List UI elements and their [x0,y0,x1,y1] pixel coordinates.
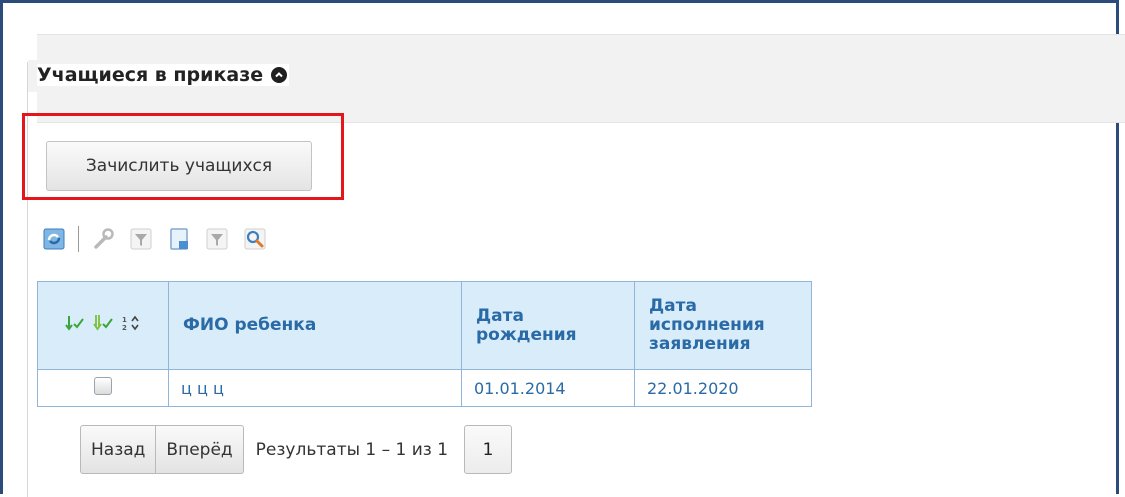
svg-text:2: 2 [122,324,127,332]
cell-fio[interactable]: ц ц ц [168,369,462,407]
students-table: 12 ФИО ребенка Дата рождения Дата исполн… [37,281,812,407]
column-header-fio[interactable]: ФИО ребенка [168,281,462,370]
sort-order-icon[interactable]: 12 [121,314,141,337]
pagination: Назад Вперёд Результаты 1 – 1 из 1 1 [80,425,513,474]
exec-header-line2: исполнения [649,315,765,335]
prev-page-button[interactable]: Назад [80,425,157,474]
results-info: Результаты 1 – 1 из 1 [255,439,449,460]
cell-birth-date: 01.01.2014 [461,369,635,407]
column-header-birth-date[interactable]: Дата рождения [461,281,635,370]
enroll-students-button[interactable]: Зачислить учащихся [46,141,312,191]
birth-header-line2: рождения [476,324,577,345]
column-header-exec-date[interactable]: Дата исполнения заявления [634,281,812,370]
filter-clear-icon[interactable] [203,225,231,253]
export-icon[interactable] [165,225,193,253]
svg-text:1: 1 [122,316,127,324]
table-row[interactable]: ц ц ц 01.01.2014 22.01.2020 [37,369,812,407]
page-number-button[interactable]: 1 [464,425,513,474]
row-select-cell [37,369,169,407]
collapse-up-icon[interactable] [271,67,288,83]
exec-header-line3: заявления [649,334,751,354]
exec-header-line1: Дата [649,296,697,316]
search-icon[interactable] [241,225,269,253]
row-checkbox[interactable] [94,377,112,395]
next-page-button[interactable]: Вперёд [156,425,244,474]
grid-toolbar [40,222,269,256]
select-page-icon[interactable] [93,314,113,337]
birth-header-line1: Дата [476,305,524,326]
filter-icon[interactable] [127,225,155,253]
section-title-text: Учащиеся в приказе [37,64,264,86]
refresh-icon[interactable] [40,225,68,253]
settings-wrench-icon[interactable] [89,225,117,253]
toolbar-separator [78,226,79,252]
cell-exec-date: 22.01.2020 [634,369,812,407]
select-all-icon[interactable] [65,314,85,337]
section-title[interactable]: Учащиеся в приказе [37,64,290,86]
select-column-header: 12 [37,281,169,370]
